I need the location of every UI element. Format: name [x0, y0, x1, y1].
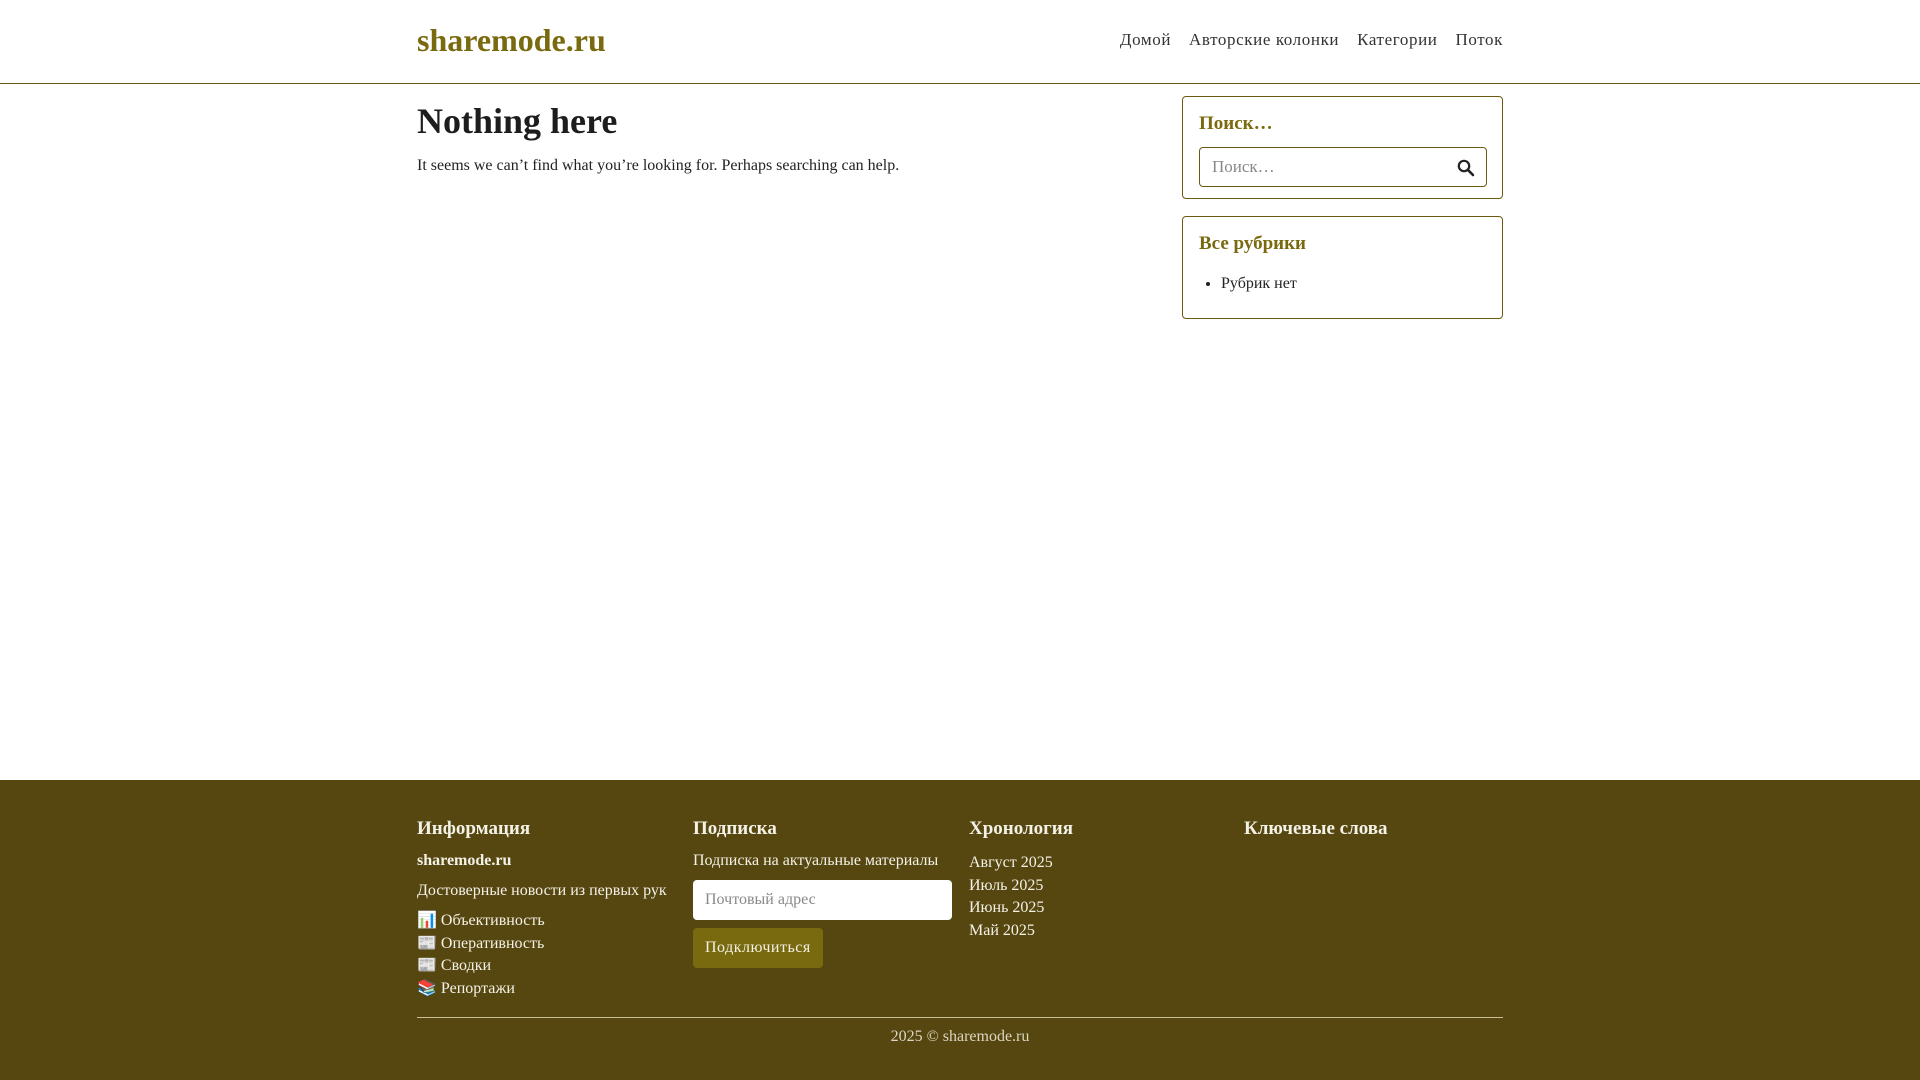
subscribe-button[interactable]: Подключиться: [693, 928, 823, 968]
footer-link-reports[interactable]: 📚 Репортажи: [417, 980, 515, 997]
footer-tags-title: Ключевые слова: [1244, 818, 1388, 839]
search-form: [1199, 147, 1487, 187]
footer-site-description: Достоверные новости из первых рук: [417, 882, 667, 899]
footer-archive-title: Хронология: [969, 818, 1073, 839]
footer-site-name: sharemode.ru: [417, 852, 512, 869]
nav-home[interactable]: Домой: [1120, 30, 1171, 50]
nav-categories[interactable]: Категории: [1357, 30, 1437, 50]
footer-tags-column: Ключевые слова: [1244, 818, 1504, 852]
categories-widget-title: Все рубрики: [1199, 233, 1306, 254]
search-widget-title: Поиск…: [1199, 113, 1273, 134]
list-item: Июль 2025: [969, 875, 1229, 898]
footer-subscribe-title: Подписка: [693, 818, 777, 839]
footer-info-title: Информация: [417, 818, 531, 839]
search-input[interactable]: [1200, 148, 1450, 186]
site-header: sharemode.ru Домой Авторские колонки Кат…: [0, 0, 1920, 84]
footer-archive-column: Хронология Август 2025 Июль 2025 Июнь 20…: [969, 818, 1229, 942]
list-item: 📊 Объективность: [417, 910, 677, 933]
list-item: Рубрик нет: [1221, 275, 1297, 293]
categories-list: Рубрик нет: [1221, 275, 1297, 293]
list-item: 📰 Сводки: [417, 955, 677, 978]
page-title: Nothing here: [417, 101, 618, 141]
footer-divider: [417, 1017, 1503, 1018]
archive-link-august-2025[interactable]: Август 2025: [969, 854, 1053, 871]
footer-link-objectivity[interactable]: 📊 Объективность: [417, 912, 545, 929]
nav-stream[interactable]: Поток: [1455, 30, 1503, 50]
list-item: Май 2025: [969, 920, 1229, 943]
categories-widget: Все рубрики Рубрик нет: [1182, 216, 1503, 319]
list-item: Август 2025: [969, 852, 1229, 875]
search-icon[interactable]: [1456, 158, 1476, 178]
archive-list: Август 2025 Июль 2025 Июнь 2025 Май 2025: [969, 852, 1229, 942]
main-nav: Домой Авторские колонки Категории Поток: [1120, 30, 1503, 50]
subscribe-description: Подписка на актуальные материалы: [693, 852, 939, 869]
archive-link-july-2025[interactable]: Июль 2025: [969, 877, 1043, 894]
email-field[interactable]: [693, 880, 952, 920]
footer-info-links: 📊 Объективность 📰 Оперативность 📰 Сводки…: [417, 910, 677, 1000]
site-logo[interactable]: sharemode.ru: [417, 22, 606, 59]
search-widget: Поиск…: [1182, 96, 1503, 199]
site-footer: Информация sharemode.ru Достоверные ново…: [0, 780, 1920, 1080]
archive-link-may-2025[interactable]: Май 2025: [969, 922, 1035, 939]
footer-link-efficiency[interactable]: 📰 Оперативность: [417, 935, 544, 952]
nav-columns[interactable]: Авторские колонки: [1189, 30, 1339, 50]
list-item: Июнь 2025: [969, 897, 1229, 920]
not-found-message: It seems we can’t find what you’re looki…: [417, 157, 900, 174]
copyright-text: 2025 © sharemode.ru: [890, 1028, 1030, 1045]
list-item: 📰 Оперативность: [417, 933, 677, 956]
footer-info-column: Информация sharemode.ru Достоверные ново…: [417, 818, 677, 1000]
footer-link-summaries[interactable]: 📰 Сводки: [417, 957, 491, 974]
archive-link-june-2025[interactable]: Июнь 2025: [969, 899, 1044, 916]
list-item: 📚 Репортажи: [417, 978, 677, 1001]
footer-subscribe-column: Подписка Подписка на актуальные материал…: [693, 818, 953, 968]
